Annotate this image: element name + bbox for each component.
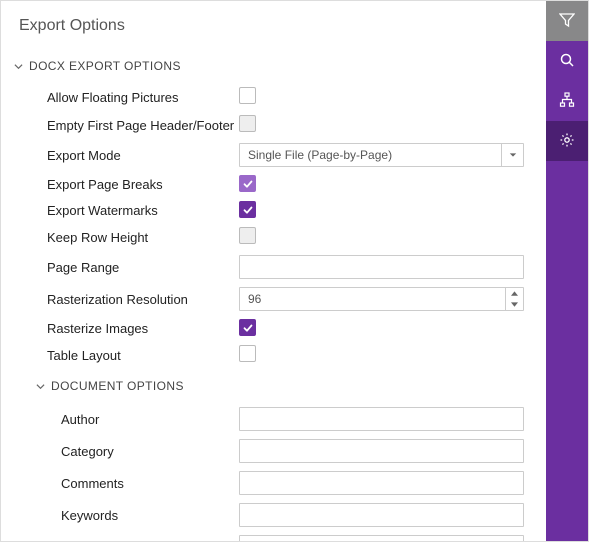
- label-keep-row-height: Keep Row Height: [13, 230, 239, 245]
- section-header-label: DOCX EXPORT OPTIONS: [29, 59, 181, 73]
- checkbox-keep-row-height[interactable]: [239, 227, 256, 244]
- spinner-up-button[interactable]: [506, 288, 523, 299]
- label-export-page-breaks: Export Page Breaks: [13, 177, 239, 192]
- label-author: Author: [13, 412, 239, 427]
- label-category: Category: [13, 444, 239, 459]
- panel-title: Export Options: [1, 1, 546, 57]
- checkbox-export-watermarks[interactable]: [239, 201, 256, 218]
- label-rasterize-images: Rasterize Images: [13, 321, 239, 336]
- export-options-panel: Export Options DOCX EXPORT OPTIONS Allow…: [1, 1, 546, 541]
- label-comments: Comments: [13, 476, 239, 491]
- label-export-mode: Export Mode: [13, 148, 239, 163]
- input-author[interactable]: [239, 407, 524, 431]
- section-header-label: DOCUMENT OPTIONS: [51, 379, 184, 393]
- checkbox-export-page-breaks[interactable]: [239, 175, 256, 192]
- label-empty-first-page-hf: Empty First Page Header/Footer: [13, 118, 239, 133]
- section-toggle-document-options[interactable]: DOCUMENT OPTIONS: [13, 369, 534, 403]
- checkbox-empty-first-page-hf[interactable]: [239, 115, 256, 132]
- input-keywords[interactable]: [239, 503, 524, 527]
- sidebar: [546, 1, 588, 541]
- label-keywords: Keywords: [13, 508, 239, 523]
- chevron-down-icon: [35, 381, 45, 391]
- input-subject[interactable]: [239, 535, 524, 541]
- sidebar-item-settings[interactable]: [546, 121, 588, 161]
- select-export-mode-value: Single File (Page-by-Page): [240, 148, 501, 162]
- input-page-range[interactable]: [239, 255, 524, 279]
- chevron-down-icon: [13, 61, 23, 71]
- docx-export-options-section: DOCX EXPORT OPTIONS Allow Floating Pictu…: [1, 57, 546, 541]
- document-options-section: DOCUMENT OPTIONS Author Category Comment…: [13, 369, 534, 541]
- label-page-range: Page Range: [13, 260, 239, 275]
- label-export-watermarks: Export Watermarks: [13, 203, 239, 218]
- filter-icon: [559, 12, 575, 31]
- input-comments[interactable]: [239, 471, 524, 495]
- gear-icon: [559, 132, 575, 151]
- spinner-down-button[interactable]: [506, 299, 523, 310]
- chevron-down-icon: [501, 144, 523, 166]
- sidebar-item-search[interactable]: [546, 41, 588, 81]
- spinner-rasterization-resolution[interactable]: [239, 287, 524, 311]
- select-export-mode[interactable]: Single File (Page-by-Page): [239, 143, 524, 167]
- checkbox-table-layout[interactable]: [239, 345, 256, 362]
- label-rasterization-resolution: Rasterization Resolution: [13, 292, 239, 307]
- tree-icon: [559, 92, 575, 111]
- sidebar-item-filter[interactable]: [546, 1, 588, 41]
- checkbox-allow-floating-pictures[interactable]: [239, 87, 256, 104]
- label-allow-floating-pictures: Allow Floating Pictures: [13, 90, 239, 105]
- sidebar-item-tree[interactable]: [546, 81, 588, 121]
- spinner-rasterization-resolution-value[interactable]: [240, 288, 505, 310]
- label-subject: Subject: [13, 540, 239, 542]
- checkbox-rasterize-images[interactable]: [239, 319, 256, 336]
- section-toggle-docx[interactable]: DOCX EXPORT OPTIONS: [13, 57, 534, 83]
- search-icon: [559, 52, 575, 71]
- label-table-layout: Table Layout: [13, 348, 239, 363]
- input-category[interactable]: [239, 439, 524, 463]
